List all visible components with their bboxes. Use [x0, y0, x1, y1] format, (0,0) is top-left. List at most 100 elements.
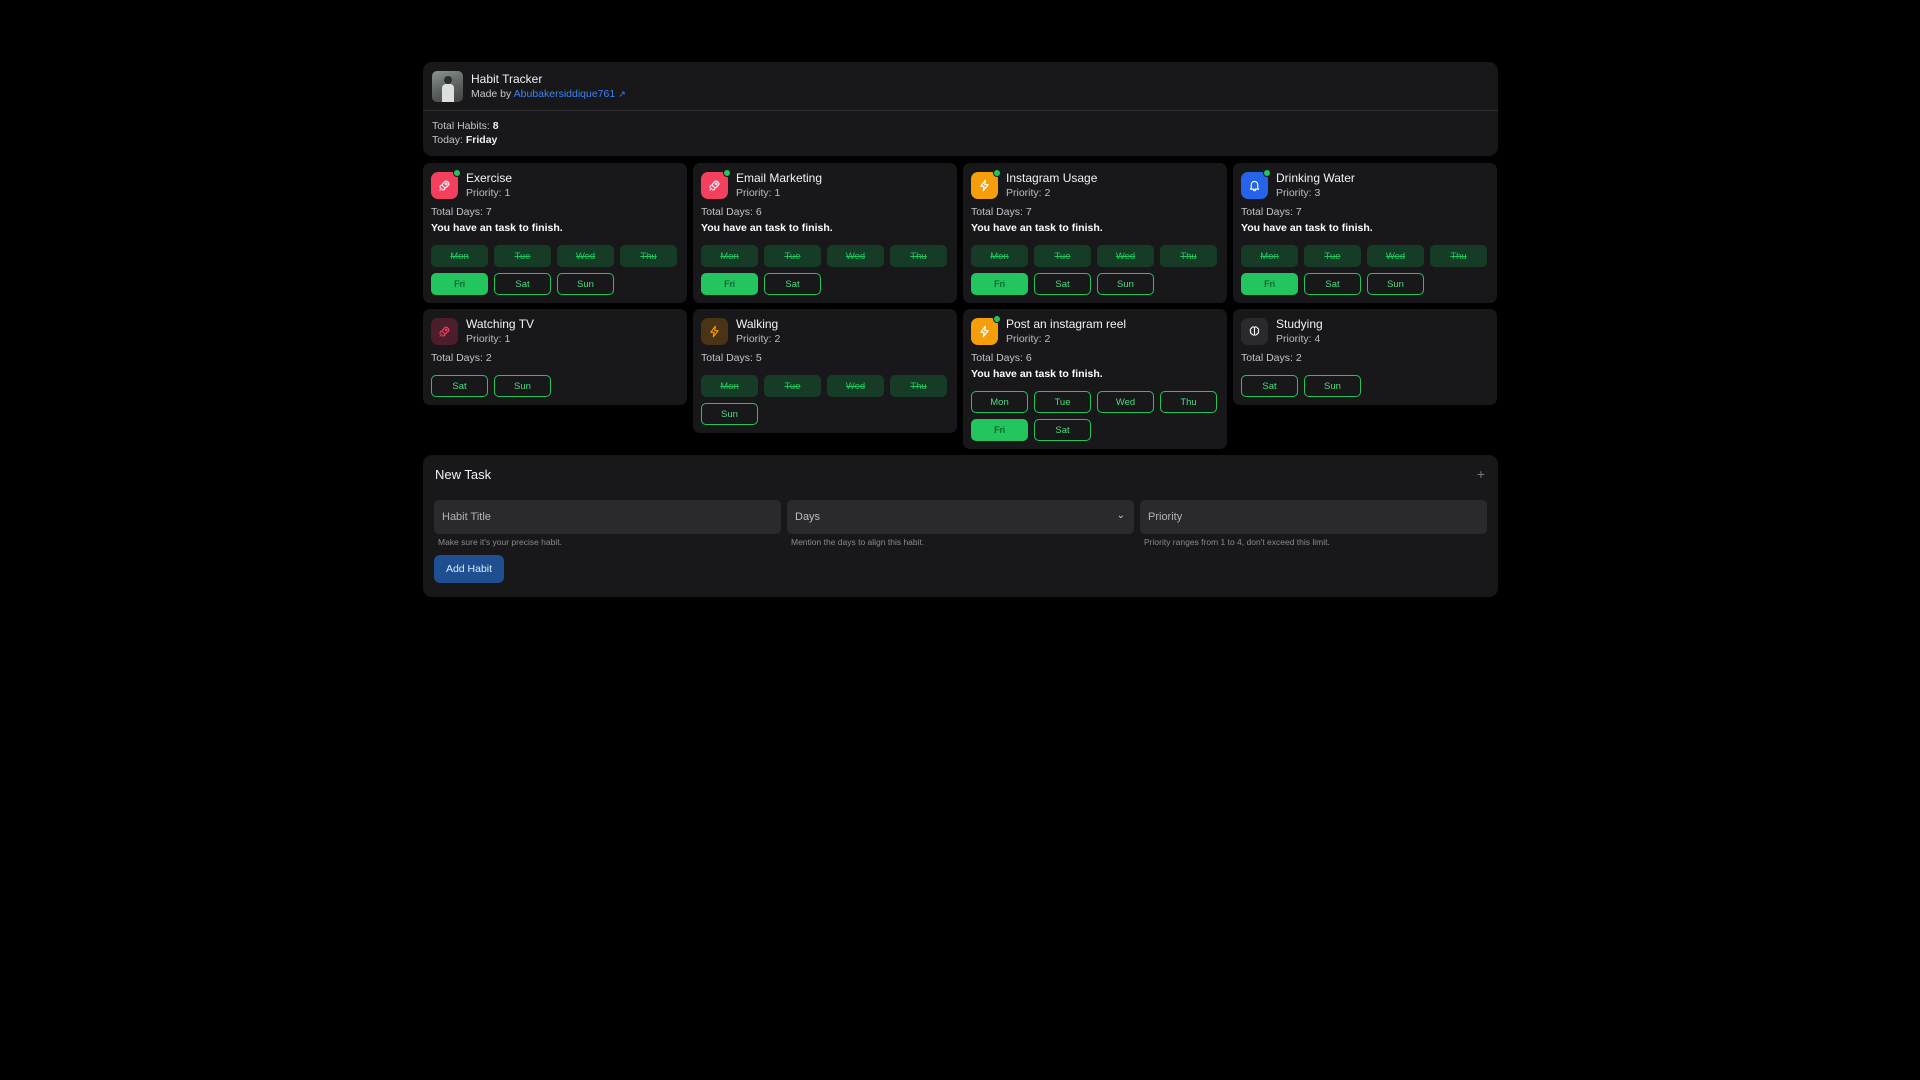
avatar — [432, 70, 463, 102]
habit-title-group: Make sure it's your precise habit. — [434, 500, 781, 548]
day-button-wed[interactable]: Wed — [1367, 245, 1424, 267]
day-buttons: Sat Sun — [431, 375, 679, 397]
day-button-tue[interactable]: Tue — [1034, 245, 1091, 267]
habit-card: Email Marketing Priority: 1 Total Days: 6 Y… — [693, 163, 957, 303]
day-button-fri[interactable]: Fri — [1241, 273, 1298, 295]
day-button-mon[interactable]: Mon — [971, 391, 1028, 413]
active-status-dot — [993, 315, 1001, 323]
day-buttons: Sat Sun — [1241, 375, 1489, 397]
habit-title: Exercise — [466, 171, 513, 185]
day-buttons: Mon Tue Wed Thu Fri Sat Sun — [971, 245, 1219, 295]
priority-group: Priority ranges from 1 to 4, don't excee… — [1140, 500, 1487, 548]
plus-icon[interactable]: + — [1477, 466, 1485, 482]
day-button-wed[interactable]: Wed — [557, 245, 614, 267]
day-button-tue[interactable]: Tue — [494, 245, 551, 267]
day-button-thu[interactable]: Thu — [1430, 245, 1487, 267]
habit-heading-text: Watching TV Priority: 1 — [466, 317, 534, 346]
day-button-sat[interactable]: Sat — [1241, 375, 1298, 397]
days-select-label: Days — [795, 511, 821, 523]
day-button-mon[interactable]: Mon — [431, 245, 488, 267]
day-button-sat[interactable]: Sat — [1034, 273, 1091, 295]
habit-total-days: Total Days: 6 — [701, 206, 762, 218]
habit-card-header: Post an instagram reel Priority: 2 — [971, 315, 1219, 348]
total-habits-label: Total Habits: — [432, 120, 490, 132]
habit-card: Studying Priority: 4 Total Days: 2 Sat Sun — [1233, 309, 1497, 405]
habit-total-days: Total Days: 7 — [971, 206, 1032, 218]
habit-card: Post an instagram reel Priority: 2 Total D… — [963, 309, 1227, 449]
day-button-mon[interactable]: Mon — [971, 245, 1028, 267]
habit-title: Watching TV — [466, 317, 535, 331]
day-button-fri[interactable]: Fri — [701, 273, 758, 295]
author-link[interactable]: Abubakersiddique761 — [514, 88, 616, 100]
day-button-wed[interactable]: Wed — [1097, 391, 1154, 413]
day-button-thu[interactable]: Thu — [1160, 245, 1217, 267]
habit-heading-text: Exercise Priority: 1 — [466, 171, 512, 200]
day-button-mon[interactable]: Mon — [701, 245, 758, 267]
day-button-thu[interactable]: Thu — [620, 245, 677, 267]
header-text: Habit Tracker Made by Abubakersiddique76… — [471, 72, 626, 101]
day-button-sun[interactable]: Sun — [494, 375, 551, 397]
days-select[interactable]: Days ⌄ — [787, 500, 1134, 534]
lightning-icon — [971, 169, 1001, 199]
day-button-sun[interactable]: Sun — [1304, 375, 1361, 397]
day-button-tue[interactable]: Tue — [764, 245, 821, 267]
days-group: Days ⌄ Mention the days to align this ha… — [787, 500, 1134, 548]
habit-title-input[interactable] — [442, 511, 773, 523]
day-button-sun[interactable]: Sun — [701, 403, 758, 425]
add-habit-button[interactable]: Add Habit — [434, 555, 504, 583]
day-button-thu[interactable]: Thu — [890, 245, 947, 267]
day-button-tue[interactable]: Tue — [1304, 245, 1361, 267]
day-button-tue[interactable]: Tue — [1034, 391, 1091, 413]
day-button-fri[interactable]: Fri — [971, 419, 1028, 441]
habit-card-header: Watching TV Priority: 1 — [431, 317, 679, 348]
habit-heading-text: Instagram Usage Priority: 2 — [1006, 171, 1097, 200]
habit-heading-text: Post an instagram reel Priority: 2 — [1006, 317, 1126, 346]
habit-title: Email Marketing — [736, 171, 823, 185]
day-button-sat[interactable]: Sat — [764, 273, 821, 295]
habit-card: Instagram Usage Priority: 2 Total Days: 7 Y… — [963, 163, 1227, 303]
day-button-thu[interactable]: Thu — [1160, 391, 1217, 413]
day-button-tue[interactable]: Tue — [764, 375, 821, 397]
habit-card: Exercise Priority: 1 Total Days: 7 You have… — [423, 163, 687, 303]
task-reminder: You have an task to finish. — [971, 368, 1103, 380]
day-button-sun[interactable]: Sun — [557, 273, 614, 295]
day-button-sat[interactable]: Sat — [1034, 419, 1091, 441]
new-task-panel: New Task + Make sure it's your precise h… — [423, 455, 1498, 597]
day-button-sat[interactable]: Sat — [1304, 273, 1361, 295]
habit-title-hint: Make sure it's your precise habit. — [438, 537, 562, 547]
app-container: Habit Tracker Made by Abubakersiddique76… — [423, 62, 1498, 597]
day-button-sat[interactable]: Sat — [431, 375, 488, 397]
day-buttons: Mon Tue Wed Thu Fri Sat Sun — [431, 245, 679, 295]
task-reminder: You have an task to finish. — [1241, 222, 1373, 234]
day-button-sun[interactable]: Sun — [1367, 273, 1424, 295]
header-card: Habit Tracker Made by Abubakersiddique76… — [423, 62, 1498, 156]
day-button-fri[interactable]: Fri — [971, 273, 1028, 295]
day-button-wed[interactable]: Wed — [827, 245, 884, 267]
day-button-sun[interactable]: Sun — [1097, 273, 1154, 295]
day-button-mon[interactable]: Mon — [701, 375, 758, 397]
habit-priority: Priority: 2 — [1006, 333, 1051, 345]
lightning-icon — [971, 315, 1001, 345]
priority-field-box[interactable] — [1140, 500, 1487, 534]
rocket-icon — [431, 169, 461, 199]
day-buttons: Mon Tue Wed Thu Fri Sat Sun — [1241, 245, 1489, 295]
day-button-wed[interactable]: Wed — [1097, 245, 1154, 267]
day-button-fri[interactable]: Fri — [431, 273, 488, 295]
habit-total-days: Total Days: 2 — [431, 352, 492, 364]
external-link-icon[interactable]: ↗ — [618, 89, 626, 99]
habit-card: Watching TV Priority: 1 Total Days: 2 Sat Su… — [423, 309, 687, 405]
day-button-thu[interactable]: Thu — [890, 375, 947, 397]
day-button-mon[interactable]: Mon — [1241, 245, 1298, 267]
day-buttons: Mon Tue Wed Thu Fri Sat — [971, 391, 1219, 441]
habit-title-field-box[interactable] — [434, 500, 781, 534]
new-task-title: New Task — [435, 467, 492, 482]
bell-icon — [1241, 169, 1271, 199]
day-button-wed[interactable]: Wed — [827, 375, 884, 397]
day-button-sat[interactable]: Sat — [494, 273, 551, 295]
priority-input[interactable] — [1148, 511, 1479, 523]
habit-title: Post an instagram reel — [1006, 317, 1127, 331]
habit-total-days: Total Days: 6 — [971, 352, 1032, 364]
habit-total-days: Total Days: 5 — [701, 352, 762, 364]
task-reminder: You have an task to finish. — [431, 222, 563, 234]
header-top: Habit Tracker Made by Abubakersiddique76… — [423, 62, 1498, 111]
